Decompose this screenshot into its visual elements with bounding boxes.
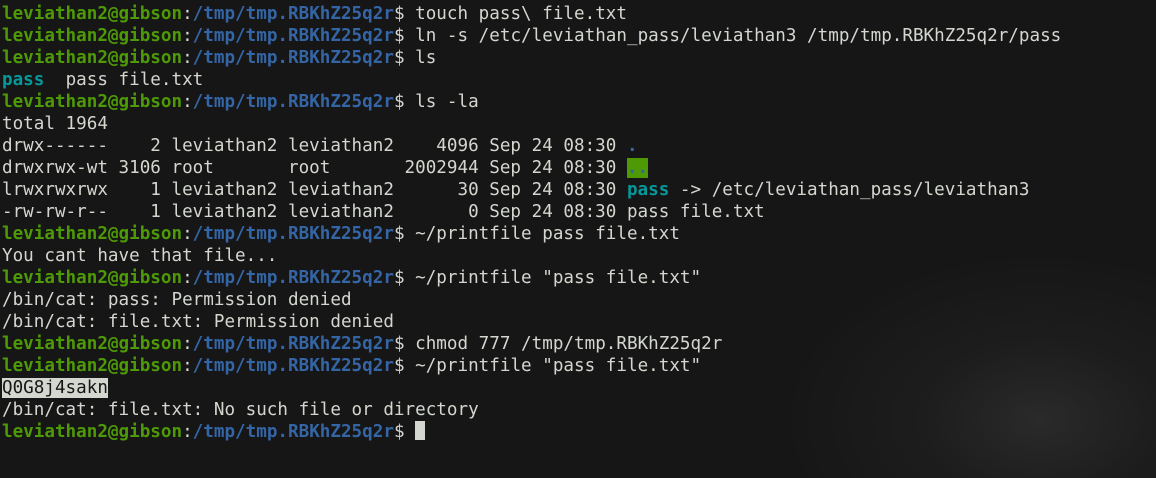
command-text: ~/printfile "pass file.txt"	[415, 268, 702, 288]
command-text: chmod 777 /tmp/tmp.RBKhZ25q2r	[415, 334, 723, 354]
prompt-colon: :	[182, 26, 193, 46]
ls-la-row: drwxrwx-wt 3106 root root 2002944 Sep 24…	[2, 157, 1156, 179]
terminal-line: leviathan2@gibson:/tmp/tmp.RBKhZ25q2r$ ~…	[2, 223, 1156, 245]
prompt-user-host: leviathan2@gibson	[2, 268, 183, 288]
ls-la-row-name: .	[626, 136, 638, 156]
ls-la-row-meta: -rw-rw-r-- 1 leviathan2 leviathan2 0 Sep…	[2, 202, 627, 222]
ls-la-row-name: pass file.txt	[626, 202, 765, 222]
prompt-cwd: /tmp/tmp.RBKhZ25q2r	[192, 356, 394, 376]
prompt-colon: :	[182, 356, 193, 376]
prompt-colon: :	[182, 224, 193, 244]
prompt-user-host: leviathan2@gibson	[2, 334, 183, 354]
terminal-line: leviathan2@gibson:/tmp/tmp.RBKhZ25q2r$ l…	[2, 91, 1156, 113]
terminal-line: leviathan2@gibson:/tmp/tmp.RBKhZ25q2r$ ~…	[2, 267, 1156, 289]
prompt-user-host: leviathan2@gibson	[2, 4, 183, 24]
prompt-user-host: leviathan2@gibson	[2, 422, 183, 442]
prompt-colon: :	[182, 4, 193, 24]
prompt-cwd: /tmp/tmp.RBKhZ25q2r	[192, 422, 394, 442]
active-prompt-line[interactable]: leviathan2@gibson:/tmp/tmp.RBKhZ25q2r$	[2, 421, 1156, 443]
ls-la-row-name: ..	[626, 158, 649, 178]
output-line: Q0G8j4sakn	[2, 377, 1156, 399]
prompt-cwd: /tmp/tmp.RBKhZ25q2r	[192, 268, 394, 288]
ls-la-row-name: pass	[626, 180, 670, 200]
ls-la-row-meta: drwxrwx-wt 3106 root root 2002944 Sep 24…	[2, 158, 627, 178]
ls-la-row: lrwxrwxrwx 1 leviathan2 leviathan2 30 Se…	[2, 179, 1156, 201]
prompt-colon: :	[182, 334, 193, 354]
ls-entry-file: pass file.txt	[65, 70, 204, 90]
prompt-user-host: leviathan2@gibson	[2, 48, 183, 68]
terminal-line: leviathan2@gibson:/tmp/tmp.RBKhZ25q2r$ t…	[2, 3, 1156, 25]
prompt-user-host: leviathan2@gibson	[2, 26, 183, 46]
ls-la-row: drwx------ 2 leviathan2 leviathan2 4096 …	[2, 135, 1156, 157]
terminal-line: leviathan2@gibson:/tmp/tmp.RBKhZ25q2r$ l…	[2, 47, 1156, 69]
ls-output-line: pass pass file.txt	[2, 69, 1156, 91]
command-text: ~/printfile pass file.txt	[415, 224, 680, 244]
terminal-line: leviathan2@gibson:/tmp/tmp.RBKhZ25q2r$ c…	[2, 333, 1156, 355]
prompt-symbol: $	[393, 334, 405, 354]
prompt-symbol: $	[393, 422, 405, 442]
command-text: ls	[415, 48, 437, 68]
command-text: ls -la	[415, 92, 479, 112]
prompt-cwd: /tmp/tmp.RBKhZ25q2r	[192, 92, 394, 112]
output-line: /bin/cat: pass: Permission denied	[2, 290, 352, 310]
prompt-colon: :	[182, 268, 193, 288]
prompt-user-host: leviathan2@gibson	[2, 224, 183, 244]
terminal-window[interactable]: leviathan2@gibson:/tmp/tmp.RBKhZ25q2r$ t…	[2, 3, 1156, 478]
prompt-cwd: /tmp/tmp.RBKhZ25q2r	[192, 4, 394, 24]
prompt-colon: :	[182, 92, 193, 112]
command-text: ln -s /etc/leviathan_pass/leviathan3 /tm…	[415, 26, 1062, 46]
command-text: touch pass\ file.txt	[415, 4, 627, 24]
terminal-line: leviathan2@gibson:/tmp/tmp.RBKhZ25q2r$ l…	[2, 25, 1156, 47]
prompt-symbol: $	[393, 92, 405, 112]
prompt-user-host: leviathan2@gibson	[2, 356, 183, 376]
ls-la-row-meta: drwx------ 2 leviathan2 leviathan2 4096 …	[2, 136, 627, 156]
prompt-cwd: /tmp/tmp.RBKhZ25q2r	[192, 48, 394, 68]
prompt-symbol: $	[393, 224, 405, 244]
ls-la-row: -rw-rw-r-- 1 leviathan2 leviathan2 0 Sep…	[2, 201, 1156, 223]
prompt-symbol: $	[393, 4, 405, 24]
prompt-symbol: $	[393, 26, 405, 46]
ls-la-row-meta: lrwxrwxrwx 1 leviathan2 leviathan2 30 Se…	[2, 180, 627, 200]
output-line: You cant have that file...	[2, 246, 278, 266]
prompt-cwd: /tmp/tmp.RBKhZ25q2r	[192, 334, 394, 354]
command-text: ~/printfile "pass file.txt"	[415, 356, 702, 376]
ls-total-line: total 1964	[2, 114, 108, 134]
text-cursor	[415, 421, 426, 440]
ls-entry-symlink: pass	[2, 70, 45, 90]
prompt-colon: :	[182, 422, 193, 442]
prompt-symbol: $	[393, 356, 405, 376]
output-line: /bin/cat: file.txt: Permission denied	[2, 312, 394, 332]
prompt-cwd: /tmp/tmp.RBKhZ25q2r	[192, 224, 394, 244]
prompt-user-host: leviathan2@gibson	[2, 92, 183, 112]
ls-la-row-link-target: -> /etc/leviathan_pass/leviathan3	[669, 180, 1030, 200]
prompt-colon: :	[182, 48, 193, 68]
prompt-cwd: /tmp/tmp.RBKhZ25q2r	[192, 26, 394, 46]
password-selection[interactable]: Q0G8j4sakn	[2, 378, 108, 398]
output-line: /bin/cat: file.txt: No such file or dire…	[2, 400, 479, 420]
prompt-symbol: $	[393, 48, 405, 68]
terminal-line: leviathan2@gibson:/tmp/tmp.RBKhZ25q2r$ ~…	[2, 355, 1156, 377]
prompt-symbol: $	[393, 268, 405, 288]
